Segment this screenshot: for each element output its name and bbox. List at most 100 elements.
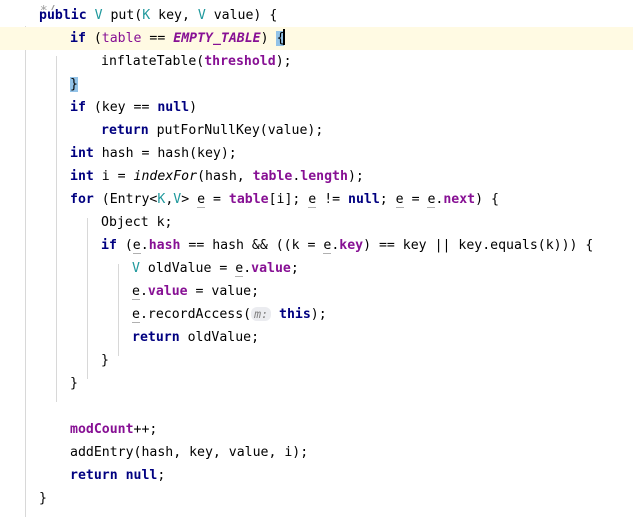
code-line[interactable]: e.value = value; <box>0 280 633 303</box>
local-variable-token: e <box>132 238 141 254</box>
code-token: } <box>70 376 78 391</box>
keyword-token: null <box>157 100 190 115</box>
generic-type-token: V <box>197 8 206 23</box>
code-line[interactable]: V oldValue = e.value; <box>0 257 633 280</box>
code-token: = <box>403 192 428 207</box>
code-line[interactable]: inflateTable(threshold); <box>0 50 633 73</box>
code-token: ); <box>347 169 364 184</box>
text-caret <box>283 29 286 45</box>
code-line[interactable]: if (table == EMPTY_TABLE) { <box>0 27 633 50</box>
keyword-token: return <box>101 123 149 138</box>
field-token: next <box>443 192 476 207</box>
code-token: put( <box>102 8 143 23</box>
code-line[interactable]: if (e.hash == hash && ((k = e.key) == ke… <box>0 234 633 257</box>
keyword-token: null <box>125 468 158 483</box>
code-token: ) <box>189 100 198 115</box>
code-token: . <box>243 261 252 276</box>
code-token: [i]; <box>268 192 309 207</box>
keyword-token: int <box>70 146 94 161</box>
code-token: ++; <box>133 422 158 437</box>
code-line[interactable]: } <box>0 349 633 372</box>
field-token: table <box>101 31 142 46</box>
code-line[interactable]: } <box>0 372 633 395</box>
code-line[interactable]: addEntry(hash, key, value, i); <box>0 441 633 464</box>
code-token: inflateTable( <box>101 54 205 69</box>
code-lines[interactable]: public V put(K key, V value) {if (table … <box>0 0 633 510</box>
code-line[interactable]: return putForNullKey(value); <box>0 119 633 142</box>
generic-type-token: K <box>142 8 151 23</box>
code-line[interactable]: e.recordAccess(m: this); <box>0 303 633 326</box>
code-line[interactable]: return null; <box>0 464 633 487</box>
code-token: Object k; <box>101 215 173 230</box>
matched-brace: } <box>70 77 78 92</box>
code-token: ; <box>379 192 396 207</box>
code-token: == <box>141 31 174 46</box>
static-method-token: indexFor <box>133 169 198 184</box>
code-line[interactable]: int i = indexFor(hash, table.length); <box>0 165 633 188</box>
code-line[interactable]: } <box>0 73 633 96</box>
field-token: key <box>339 238 364 253</box>
keyword-token: null <box>348 192 380 207</box>
code-editor[interactable]: */ public V put(K key, V value) {if (tab… <box>0 0 633 526</box>
code-line[interactable]: return oldValue; <box>0 326 633 349</box>
local-variable-token: e <box>132 284 140 300</box>
keyword-token: public <box>39 8 87 23</box>
code-token: ; <box>290 261 299 276</box>
field-token: value <box>147 284 188 299</box>
code-line[interactable]: public V put(K key, V value) { <box>0 4 633 27</box>
code-line[interactable]: if (key == null) <box>0 96 633 119</box>
code-token: > <box>181 192 198 207</box>
code-token: ( <box>85 31 102 46</box>
code-token: } <box>39 491 47 506</box>
keyword-token: if <box>70 31 86 46</box>
code-token: = <box>205 192 229 207</box>
code-token: value) { <box>205 8 278 23</box>
code-token: ); <box>310 307 327 322</box>
code-line[interactable]: for (Entry<K,V> e = table[i]; e != null;… <box>0 188 633 211</box>
parameter-hint-inlay: m: <box>251 307 272 321</box>
field-token: length <box>300 169 348 184</box>
local-variable-token: e <box>395 192 404 208</box>
local-variable-token: e <box>132 307 140 323</box>
field-token: value <box>251 261 291 276</box>
code-token: .recordAccess( <box>139 307 252 322</box>
field-token: modCount <box>70 422 134 437</box>
code-token: (Entry< <box>93 192 158 207</box>
keyword-token: this <box>279 307 311 322</box>
code-token: ) == key || key.equals(k))) { <box>363 238 594 253</box>
code-line[interactable]: } <box>0 487 633 510</box>
code-token: hash = hash(key); <box>93 146 237 161</box>
local-variable-token: e <box>197 192 206 208</box>
static-constant-token: EMPTY_TABLE <box>173 31 261 46</box>
field-token: threshold <box>204 54 276 69</box>
code-line[interactable]: Object k; <box>0 211 633 234</box>
code-token: putForNullKey(value); <box>148 123 324 138</box>
code-token: i = <box>93 169 134 184</box>
code-token: oldValue; <box>179 330 260 345</box>
keyword-token: for <box>70 192 94 207</box>
code-token: == hash && ((k = <box>180 238 324 253</box>
keyword-token: if <box>70 100 86 115</box>
code-token: ); <box>275 54 292 69</box>
code-token: ) <box>260 31 277 46</box>
code-token: ; <box>157 468 166 483</box>
keyword-token: if <box>101 238 117 253</box>
code-token: . <box>140 238 149 253</box>
code-token: addEntry(hash, key, value, i); <box>70 445 309 460</box>
code-line[interactable]: modCount++; <box>0 418 633 441</box>
keyword-token: return <box>70 468 118 483</box>
field-token: table <box>252 169 293 184</box>
generic-type-token: V <box>94 8 103 23</box>
keyword-token: int <box>70 169 94 184</box>
code-token: ( <box>116 238 133 253</box>
code-token: != <box>316 192 349 207</box>
code-line[interactable] <box>0 395 633 418</box>
code-line[interactable]: int hash = hash(key); <box>0 142 633 165</box>
keyword-token: return <box>132 330 180 345</box>
code-token: (hash, <box>197 169 253 184</box>
field-token: hash <box>148 238 181 253</box>
code-token: oldValue = <box>139 261 236 276</box>
